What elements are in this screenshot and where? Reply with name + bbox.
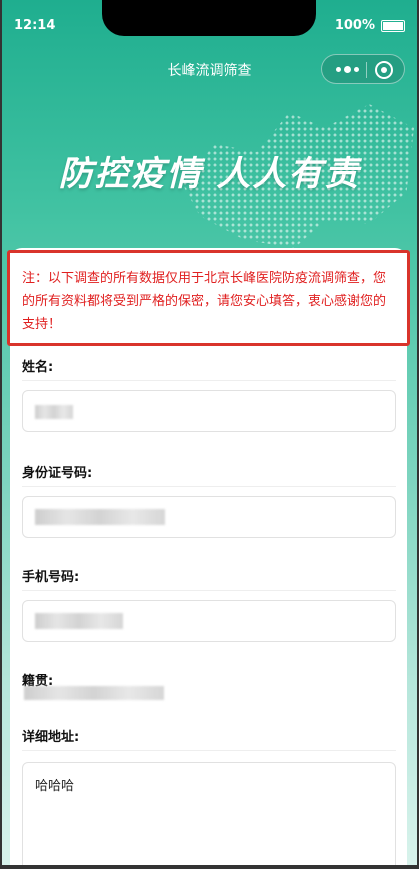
phone-field[interactable] — [22, 600, 396, 642]
origin-redacted-value[interactable] — [24, 686, 164, 700]
close-target-icon[interactable] — [375, 61, 393, 79]
redacted-value — [35, 509, 165, 525]
battery-percent: 100% — [334, 18, 375, 33]
device-notch — [102, 0, 316, 36]
mini-program-capsule — [321, 54, 405, 84]
phone-screen: 12:14 100% 长峰流调筛查 防控疫情 人人有责 注：以下调查的所有数据仅… — [0, 0, 419, 869]
privacy-notice: 注：以下调查的所有数据仅用于北京长峰医院防疫流调筛查，您的所有资料都将受到严格的… — [7, 250, 410, 346]
divider — [22, 380, 396, 381]
status-time: 12:14 — [14, 18, 56, 33]
battery-icon — [381, 20, 405, 32]
name-label: 姓名: — [22, 360, 54, 375]
id-number-field[interactable] — [22, 496, 396, 538]
divider — [22, 486, 396, 487]
privacy-notice-text: 注：以下调查的所有数据仅用于北京长峰医院防疫流调筛查，您的所有资料都将受到严格的… — [22, 271, 387, 332]
divider — [22, 750, 396, 751]
redacted-value — [35, 613, 123, 629]
address-label: 详细地址: — [22, 730, 80, 745]
address-value: 哈哈哈 — [35, 779, 75, 794]
id-number-label: 身份证号码: — [22, 466, 93, 481]
redacted-value — [35, 405, 73, 419]
phone-label: 手机号码: — [22, 570, 80, 585]
name-field[interactable] — [22, 390, 396, 432]
more-icon[interactable] — [332, 55, 362, 83]
address-textarea[interactable]: 哈哈哈 — [22, 762, 396, 869]
divider — [22, 590, 396, 591]
banner-slogan: 防控疫情 人人有责 — [58, 154, 361, 194]
capsule-divider — [366, 62, 367, 78]
